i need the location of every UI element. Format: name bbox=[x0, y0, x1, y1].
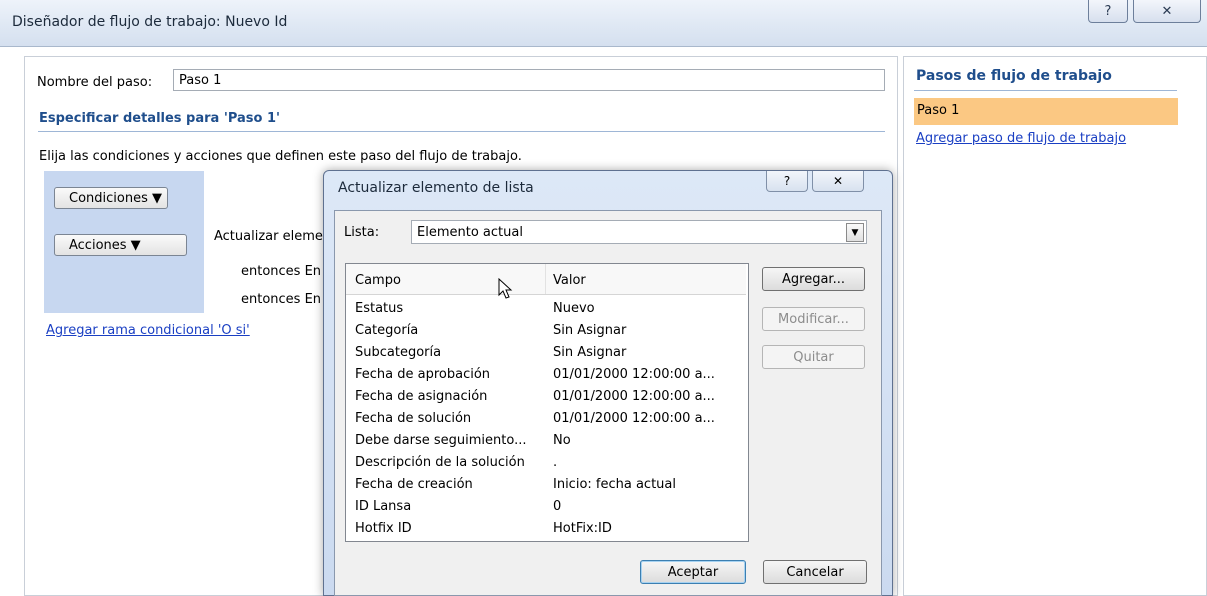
help-icon: ? bbox=[783, 174, 791, 188]
chevron-down-icon[interactable]: ▼ bbox=[846, 223, 864, 242]
dialog-title: Actualizar elemento de lista bbox=[338, 180, 534, 196]
list-label: Lista: bbox=[344, 225, 380, 240]
details-divider bbox=[38, 131, 885, 132]
close-icon: ✕ bbox=[832, 174, 844, 188]
workflow-steps-divider bbox=[914, 90, 1177, 91]
add-button[interactable]: Agregar... bbox=[762, 267, 865, 291]
add-workflow-step-link[interactable]: Agregar paso de flujo de trabajo bbox=[916, 131, 1126, 146]
action-line[interactable]: entonces En bbox=[241, 292, 321, 307]
row-value: No bbox=[553, 433, 571, 448]
row-value: Nuevo bbox=[553, 301, 595, 316]
row-value: Sin Asignar bbox=[553, 323, 627, 338]
action-line[interactable]: entonces En bbox=[241, 264, 321, 279]
list-row[interactable]: Fecha de creación Inicio: fecha actual bbox=[346, 476, 746, 498]
row-value: 01/01/2000 12:00:00 a... bbox=[553, 389, 715, 404]
row-field: Descripción de la solución bbox=[355, 455, 525, 470]
list-row[interactable]: Hotfix ID HotFix:ID bbox=[346, 520, 746, 542]
list-row[interactable]: Fecha de aprobación 01/01/2000 12:00:00 a… bbox=[346, 366, 746, 388]
column-divider[interactable] bbox=[545, 264, 546, 294]
row-field: Debe darse seguimiento... bbox=[355, 433, 527, 448]
cancel-button[interactable]: Cancelar bbox=[763, 560, 867, 584]
list-select[interactable]: Elemento actual ▼ bbox=[411, 220, 867, 244]
list-row[interactable]: Debe darse seguimiento... No bbox=[346, 432, 746, 454]
list-row[interactable]: Fecha de solución 01/01/2000 12:00:00 a..… bbox=[346, 410, 746, 432]
row-field: Fecha de solución bbox=[355, 411, 472, 426]
row-field: ID Lansa bbox=[355, 499, 412, 514]
ok-button[interactable]: Aceptar bbox=[640, 560, 746, 584]
help-icon: ? bbox=[1104, 3, 1112, 19]
add-conditional-branch-link[interactable]: Agregar rama condicional 'O si' bbox=[46, 323, 250, 338]
list-header: Campo Valor bbox=[346, 264, 746, 295]
window-title: Diseñador de flujo de trabajo: Nuevo Id bbox=[12, 14, 288, 30]
action-line[interactable]: Actualizar eleme bbox=[214, 229, 323, 244]
row-value: 01/01/2000 12:00:00 a... bbox=[553, 411, 715, 426]
row-field: Categoría bbox=[355, 323, 419, 338]
dialog-close-button[interactable]: ✕ bbox=[812, 171, 864, 192]
row-field: Estatus bbox=[355, 301, 404, 316]
remove-button[interactable]: Quitar bbox=[762, 345, 865, 369]
details-heading: Especificar detalles para 'Paso 1' bbox=[39, 111, 280, 126]
list-row[interactable]: Categoría Sin Asignar bbox=[346, 322, 746, 344]
workflow-step-label: Paso 1 bbox=[917, 103, 960, 118]
conditions-button[interactable]: Condiciones ▼ bbox=[54, 187, 168, 209]
list-row[interactable]: ID Lansa 0 bbox=[346, 498, 746, 520]
list-select-value: Elemento actual bbox=[417, 224, 523, 240]
details-instructions: Elija las condiciones y acciones que def… bbox=[39, 149, 522, 164]
help-button[interactable]: ? bbox=[1088, 0, 1128, 23]
row-field: Fecha de asignación bbox=[355, 389, 488, 404]
column-header-field[interactable]: Campo bbox=[355, 273, 401, 288]
row-value: . bbox=[553, 455, 558, 470]
column-header-value[interactable]: Valor bbox=[553, 273, 586, 288]
close-icon: ✕ bbox=[1161, 3, 1173, 19]
row-value: Sin Asignar bbox=[553, 345, 627, 360]
list-row[interactable]: Descripción de la solución. bbox=[346, 454, 746, 476]
workflow-steps-heading: Pasos de flujo de trabajo bbox=[916, 68, 1112, 84]
mouse-pointer-icon bbox=[498, 278, 513, 299]
row-value: 01/01/2000 12:00:00 a... bbox=[553, 367, 715, 382]
close-button[interactable]: ✕ bbox=[1133, 0, 1201, 23]
list-row[interactable]: Subcategoría Sin Asignar bbox=[346, 344, 746, 366]
modify-button[interactable]: Modificar... bbox=[762, 307, 865, 331]
row-field: Subcategoría bbox=[355, 345, 442, 360]
workflow-step-item[interactable]: Paso 1 bbox=[914, 98, 1178, 125]
row-field: Hotfix ID bbox=[355, 521, 412, 536]
row-value: 0 bbox=[553, 499, 562, 514]
list-row[interactable]: Estatus Nuevo bbox=[346, 300, 746, 322]
row-value: HotFix:ID bbox=[553, 521, 612, 536]
dialog-help-button[interactable]: ? bbox=[766, 171, 808, 192]
step-name-input[interactable]: Paso 1 bbox=[173, 69, 885, 91]
row-value: Inicio: fecha actual bbox=[553, 477, 676, 492]
step-name-label: Nombre del paso: bbox=[37, 75, 153, 90]
row-field: Fecha de aprobación bbox=[355, 367, 491, 382]
actions-button[interactable]: Acciones ▼ bbox=[54, 234, 187, 256]
row-field: Fecha de creación bbox=[355, 477, 473, 492]
main-title-bar: Diseñador de flujo de trabajo: Nuevo Id … bbox=[0, 0, 1207, 47]
list-row[interactable]: Fecha de asignación 01/01/2000 12:00:00 a… bbox=[346, 388, 746, 410]
